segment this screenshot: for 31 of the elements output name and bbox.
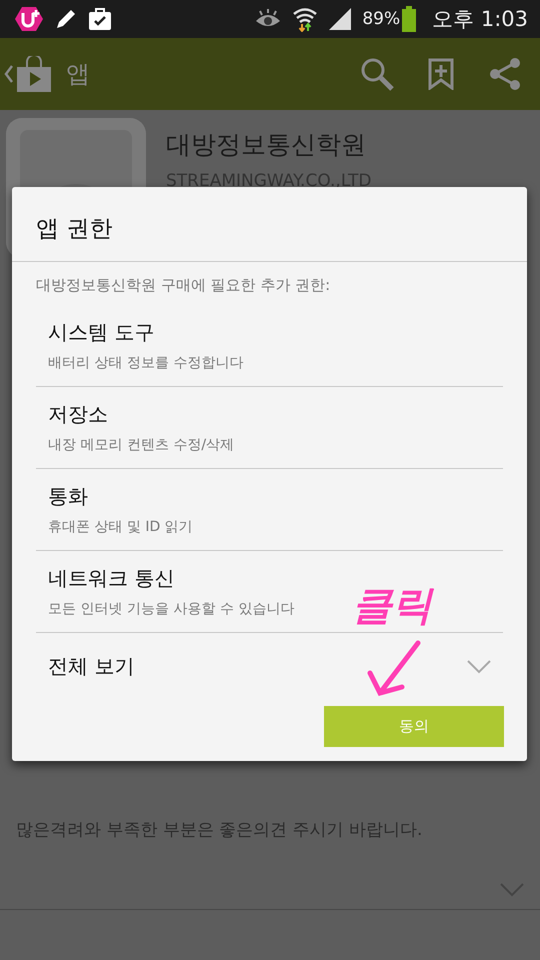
expand-chevron-icon	[467, 660, 491, 674]
handwritten-annotation: 클릭	[352, 582, 432, 631]
permission-description: 배터리 상태 정보를 수정합니다	[48, 354, 244, 372]
permission-description: 휴대폰 상태 및 ID 읽기	[48, 518, 194, 536]
handwritten-arrow-icon	[366, 639, 422, 699]
clock: 오후 1:03	[432, 6, 528, 33]
bookmark-add-icon[interactable]	[428, 58, 454, 90]
up-button[interactable]	[4, 56, 52, 92]
expand-chevron-icon[interactable]	[500, 883, 524, 897]
app-bar-title: 앱	[66, 59, 90, 90]
dialog-title: 앱 권한	[35, 215, 114, 244]
play-store-icon	[16, 56, 52, 92]
permission-title: 저장소	[48, 401, 109, 428]
app-name: 대방정보통신학원	[166, 129, 367, 161]
pencil-icon	[54, 7, 78, 31]
permission-title: 시스템 도구	[48, 319, 156, 346]
permission-description: 모든 인터넷 기능을 사용할 수 있습니다	[48, 600, 296, 618]
carrier-icon	[14, 6, 44, 32]
battery-percent: 89%	[362, 9, 400, 29]
search-icon[interactable]	[360, 57, 394, 91]
permission-description: 내장 메모리 컨텐츠 수정/삭제	[48, 436, 236, 454]
see-all-button[interactable]: 전체 보기	[36, 633, 503, 700]
dialog-subtitle: 대방정보통신학원 구매에 필요한 추가 권한:	[35, 275, 332, 296]
signal-icon	[328, 7, 352, 31]
permission-title: 통화	[48, 483, 89, 510]
wifi-icon	[292, 6, 318, 32]
permission-title: 네트워크 통신	[48, 565, 176, 592]
share-icon[interactable]	[488, 57, 522, 91]
checkbox-bag-icon	[88, 7, 112, 31]
back-chevron-icon	[4, 65, 14, 83]
battery-icon	[402, 6, 416, 32]
